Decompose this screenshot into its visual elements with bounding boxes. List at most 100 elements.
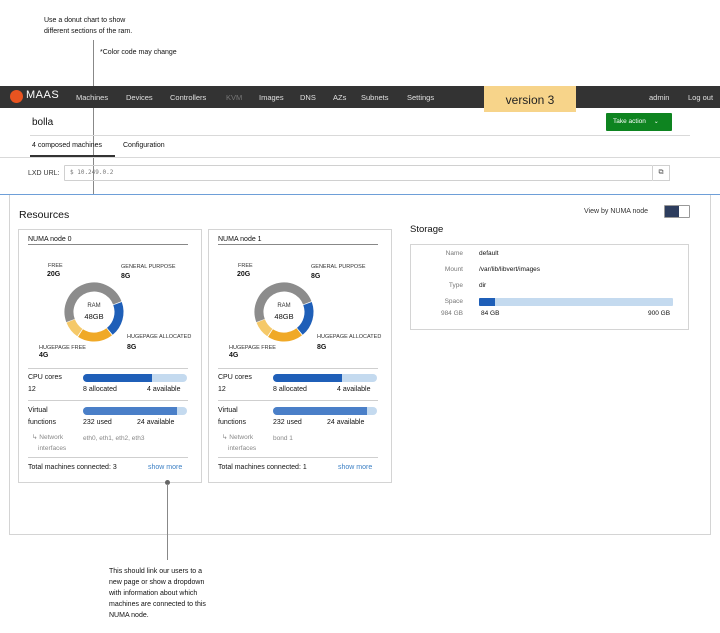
tab-configuration[interactable]: Configuration	[123, 142, 165, 149]
nav-settings[interactable]: Settings	[407, 93, 434, 102]
cpu-cores-total: 12	[218, 386, 226, 393]
take-action-button[interactable]: Take action ⌄	[606, 113, 672, 131]
take-action-label: Take action	[613, 118, 646, 125]
storage-space-free: 900 GB	[648, 310, 671, 317]
nav-azs[interactable]: AZs	[333, 93, 346, 102]
nav-logout[interactable]: Log out	[688, 93, 713, 102]
copy-icon[interactable]: ⧉	[653, 165, 670, 181]
network-interfaces-label: interfaces	[38, 445, 67, 452]
virtual-functions-label: functions	[28, 419, 57, 426]
nav-images[interactable]: Images	[259, 93, 284, 102]
ram-free-label: FREE	[238, 263, 253, 269]
ram-hugepage-allocated-label: HUGEPAGE ALLOCATED	[317, 334, 382, 340]
numa-card-title: NUMA node 0	[28, 236, 72, 243]
ram-hugepage-allocated-label: HUGEPAGE ALLOCATED	[127, 334, 192, 340]
cpu-cores-total: 12	[28, 386, 36, 393]
header-divider	[30, 135, 690, 136]
ram-center-value: 48GB	[84, 312, 104, 321]
vf-used: 232 used	[273, 419, 302, 426]
storage-type-value: dir	[479, 282, 487, 289]
show-more-link[interactable]: show more	[338, 464, 372, 471]
nav-dns[interactable]: DNS	[300, 93, 316, 102]
card-divider	[28, 368, 188, 369]
view-by-numa-label: View by NUMA node	[584, 208, 649, 215]
nav-devices[interactable]: Devices	[126, 93, 153, 102]
nav-machines[interactable]: Machines	[76, 93, 108, 102]
network-interfaces-label: interfaces	[228, 445, 257, 452]
cpu-usage-bar	[273, 374, 377, 382]
ram-general-label: GENERAL PURPOSE	[311, 264, 366, 270]
vf-usage-bar	[273, 407, 377, 415]
storage-name-value: default	[479, 250, 499, 257]
toggle-knob	[665, 206, 679, 217]
cpu-available: 4 available	[147, 386, 181, 393]
cpu-cores-label: CPU cores	[218, 374, 252, 381]
annotation-guide-line	[167, 484, 168, 560]
nav-controllers[interactable]: Controllers	[170, 93, 206, 102]
ram-hugepage-free-label: HUGEPAGE FREE	[39, 345, 86, 351]
ram-free-value: 20G	[47, 271, 61, 278]
ram-general-value: 8G	[121, 273, 131, 280]
maas-logo-icon	[10, 90, 23, 103]
storage-space-used: 84 GB	[481, 310, 500, 317]
ram-center-label: RAM	[87, 303, 101, 309]
ram-hugepage-free-value: 4G	[229, 352, 239, 359]
card-divider	[28, 400, 188, 401]
storage-mount-value: /var/lib/libvert/images	[479, 266, 541, 273]
cpu-allocated: 8 allocated	[273, 386, 307, 393]
resources-title: Resources	[19, 209, 70, 221]
tabs-divider	[0, 157, 720, 158]
storage-space-fill	[479, 298, 496, 306]
machines-connected: Total machines connected: 1	[218, 464, 307, 471]
ram-free-label: FREE	[48, 263, 63, 269]
ram-general-label: GENERAL PURPOSE	[121, 264, 176, 270]
cpu-cores-label: CPU cores	[28, 374, 62, 381]
vf-usage-bar	[83, 407, 187, 415]
lxd-url-label: LXD URL:	[28, 170, 60, 177]
nav-subnets[interactable]: Subnets	[361, 93, 389, 102]
lxd-url-field[interactable]: $ 10.249.0.2	[64, 165, 653, 181]
tab-composed-machines[interactable]: 4 composed machines	[32, 142, 102, 149]
cpu-usage-fill	[273, 374, 343, 382]
storage-space-bar	[479, 298, 673, 306]
network-interfaces-value: bond 1	[273, 435, 293, 442]
chevron-down-icon: ⌄	[653, 119, 659, 125]
ram-free-value: 20G	[237, 271, 251, 278]
vf-available: 24 available	[327, 419, 365, 426]
vf-available: 24 available	[137, 419, 175, 426]
ram-hugepage-allocated-value: 8G	[127, 344, 137, 351]
card-divider	[218, 457, 378, 458]
numa-card-0: NUMA node 0 FREE 20G GENERAL PURPOSE 8G …	[18, 229, 202, 483]
cpu-allocated: 8 allocated	[83, 386, 117, 393]
show-more-link[interactable]: show more	[148, 464, 182, 471]
card-title-divider	[28, 244, 188, 245]
vf-usage-fill	[273, 407, 368, 415]
storage-type-label: Type	[448, 282, 463, 289]
ram-center-value: 48GB	[274, 312, 294, 321]
numa-card-title: NUMA node 1	[218, 236, 262, 243]
virtual-functions-label: functions	[218, 419, 247, 426]
cpu-available: 4 available	[337, 386, 371, 393]
network-interfaces-label: ↳ Network	[222, 434, 254, 441]
vf-used: 232 used	[83, 419, 112, 426]
cpu-usage-bar	[83, 374, 187, 382]
annotation-link-note: This should link our users to a new page…	[109, 568, 206, 619]
nav-user-admin[interactable]: admin	[649, 93, 669, 102]
page-title: bolla	[32, 117, 54, 128]
virtual-functions-label: Virtual	[28, 407, 48, 414]
storage-space-total: 984 GB	[440, 310, 463, 317]
ram-hugepage-free-value: 4G	[39, 352, 49, 359]
maas-logo-text[interactable]: MAAS	[26, 89, 59, 101]
nav-kvm[interactable]: KVM	[226, 93, 242, 102]
ram-center-label: RAM	[277, 303, 291, 309]
ram-general-value: 8G	[311, 273, 321, 280]
version-annotation: version 3	[484, 86, 576, 112]
network-interfaces-value: eth0, eth1, eth2, eth3	[83, 435, 145, 442]
storage-space-label: Space	[444, 298, 463, 305]
storage-mount-label: Mount	[444, 266, 463, 273]
cpu-usage-fill	[83, 374, 153, 382]
card-divider	[218, 400, 378, 401]
storage-name-label: Name	[445, 250, 463, 257]
card-title-divider	[218, 244, 378, 245]
ram-hugepage-free-label: HUGEPAGE FREE	[229, 345, 276, 351]
